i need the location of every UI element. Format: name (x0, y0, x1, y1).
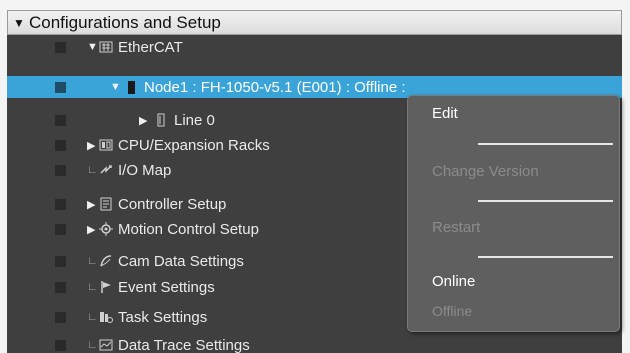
menu-item-online[interactable]: Online (432, 273, 475, 290)
cam-icon (99, 254, 113, 268)
row-marker (55, 255, 66, 267)
menu-item-edit[interactable]: Edit (432, 105, 458, 122)
row-marker (55, 281, 66, 293)
row-marker (55, 164, 66, 176)
rack-icon (99, 138, 113, 152)
tree-item-label: Event Settings (118, 278, 215, 296)
header-title: Configurations and Setup (29, 12, 221, 32)
collapse-caret-icon[interactable]: ▼ (13, 16, 25, 30)
tree-item-label: Node1 : FH-1050-v5.1 (E001) : Offline : (144, 78, 406, 96)
expanded-arrow-icon[interactable]: ▼ (87, 41, 99, 53)
collapsed-arrow-icon[interactable]: ▶ (87, 198, 99, 211)
row-marker (55, 339, 66, 351)
collapsed-arrow-icon[interactable]: ▶ (87, 139, 99, 152)
project-pane: ▼ Configurations and Setup ▼ EtherCAT ▼ (0, 0, 630, 353)
tree-item-label: Motion Control Setup (118, 220, 259, 238)
tree-item-data-trace[interactable]: ∟ Data Trace Settings (7, 333, 622, 353)
row-marker (55, 223, 66, 235)
trace-icon (99, 338, 113, 352)
menu-separator (478, 256, 613, 258)
collapsed-arrow-icon[interactable]: ▶ (139, 114, 151, 127)
tree-connector-icon: ∟ (87, 339, 98, 351)
collapsed-arrow-icon[interactable]: ▶ (87, 223, 99, 236)
tree-item-label: Controller Setup (118, 195, 227, 213)
tree-item-label: Cam Data Settings (118, 252, 244, 270)
row-marker (55, 139, 66, 151)
menu-separator (478, 143, 613, 145)
ethercat-icon (99, 40, 113, 54)
menu-item-restart: Restart (432, 219, 481, 236)
tree-connector-icon: ∟ (87, 164, 98, 176)
menu-item-change-version: Change Version (432, 163, 539, 180)
row-marker (55, 41, 66, 53)
motion-gear-icon (99, 222, 113, 236)
line-icon (155, 113, 169, 127)
task-icon (99, 310, 113, 324)
tree-item-label: Line 0 (174, 111, 215, 129)
expanded-arrow-icon[interactable]: ▼ (110, 81, 122, 93)
row-marker (55, 114, 66, 126)
row-marker (55, 311, 66, 323)
tree-connector-icon: ∟ (87, 255, 98, 267)
tree-connector-icon: ∟ (87, 311, 98, 323)
row-marker (55, 81, 66, 93)
tree-item-label: CPU/Expansion Racks (118, 136, 270, 154)
device-icon (125, 80, 139, 94)
tree-item-label: EtherCAT (118, 38, 183, 56)
tree-connector-icon: ∟ (87, 281, 98, 293)
menu-separator (478, 200, 613, 202)
tree-item-label: Data Trace Settings (118, 336, 250, 353)
flag-icon (99, 280, 113, 294)
configurations-header[interactable]: ▼ Configurations and Setup (7, 10, 622, 35)
io-map-icon (99, 163, 113, 177)
menu-item-offline: Offline (432, 303, 473, 319)
tree-item-label: I/O Map (118, 161, 172, 179)
row-marker (55, 198, 66, 210)
tree-item-label: Task Settings (118, 308, 208, 326)
context-menu: Edit Change Version Restart Online Offli… (407, 95, 620, 332)
tree-item-ethercat[interactable]: ▼ EtherCAT (7, 35, 622, 59)
controller-icon (99, 197, 113, 211)
